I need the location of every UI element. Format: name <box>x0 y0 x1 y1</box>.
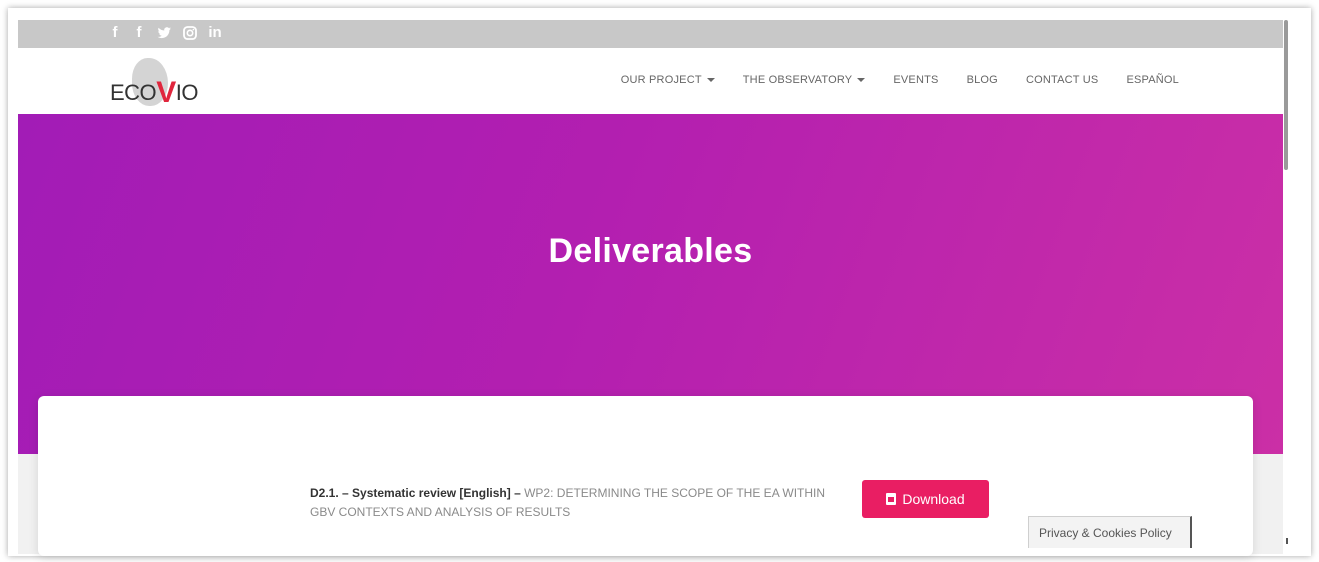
nav-item-espanol[interactable]: ESPAÑOL <box>1126 74 1179 86</box>
ecovio-logo[interactable]: ECOVIO <box>110 58 200 109</box>
download-label: Download <box>902 491 965 507</box>
instagram-icon[interactable] <box>182 23 198 43</box>
facebook-icon[interactable]: f <box>132 23 146 43</box>
facebook-icon[interactable]: f <box>108 23 122 43</box>
page-title: Deliverables <box>548 232 753 270</box>
caret-down-icon <box>706 78 715 82</box>
download-button[interactable]: Download <box>862 480 989 518</box>
deliverable-item: D2.1. – Systematic review [English] – WP… <box>310 484 850 522</box>
privacy-cookies-button[interactable]: Privacy & Cookies Policy <box>1028 516 1192 548</box>
twitter-icon[interactable] <box>156 23 172 43</box>
nav-menu: OUR PROJECT THE OBSERVATORY EVENTS BLOG … <box>621 74 1179 86</box>
nav-item-the-observatory[interactable]: THE OBSERVATORY <box>743 74 866 86</box>
social-links: f f in <box>108 23 222 43</box>
scrollbar-end <box>1286 538 1288 544</box>
privacy-cookies-label: Privacy & Cookies Policy <box>1039 526 1172 540</box>
nav-item-our-project[interactable]: OUR PROJECT <box>621 74 715 86</box>
nav-item-contact-us[interactable]: CONTACT US <box>1026 74 1099 86</box>
caret-down-icon <box>857 78 866 82</box>
linkedin-icon[interactable]: in <box>208 23 222 43</box>
scrollbar-thumb[interactable] <box>1284 20 1288 170</box>
social-top-bar: f f in <box>18 20 1283 48</box>
main-navigation: ECOVIO OUR PROJECT THE OBSERVATORY EVENT… <box>18 48 1283 114</box>
deliverable-title: D2.1. – Systematic review [English] – <box>310 486 521 500</box>
logo-text: ECOVIO <box>110 76 198 109</box>
nav-item-blog[interactable]: BLOG <box>967 74 998 86</box>
pdf-file-icon <box>886 493 897 505</box>
nav-item-events[interactable]: EVENTS <box>893 74 938 86</box>
